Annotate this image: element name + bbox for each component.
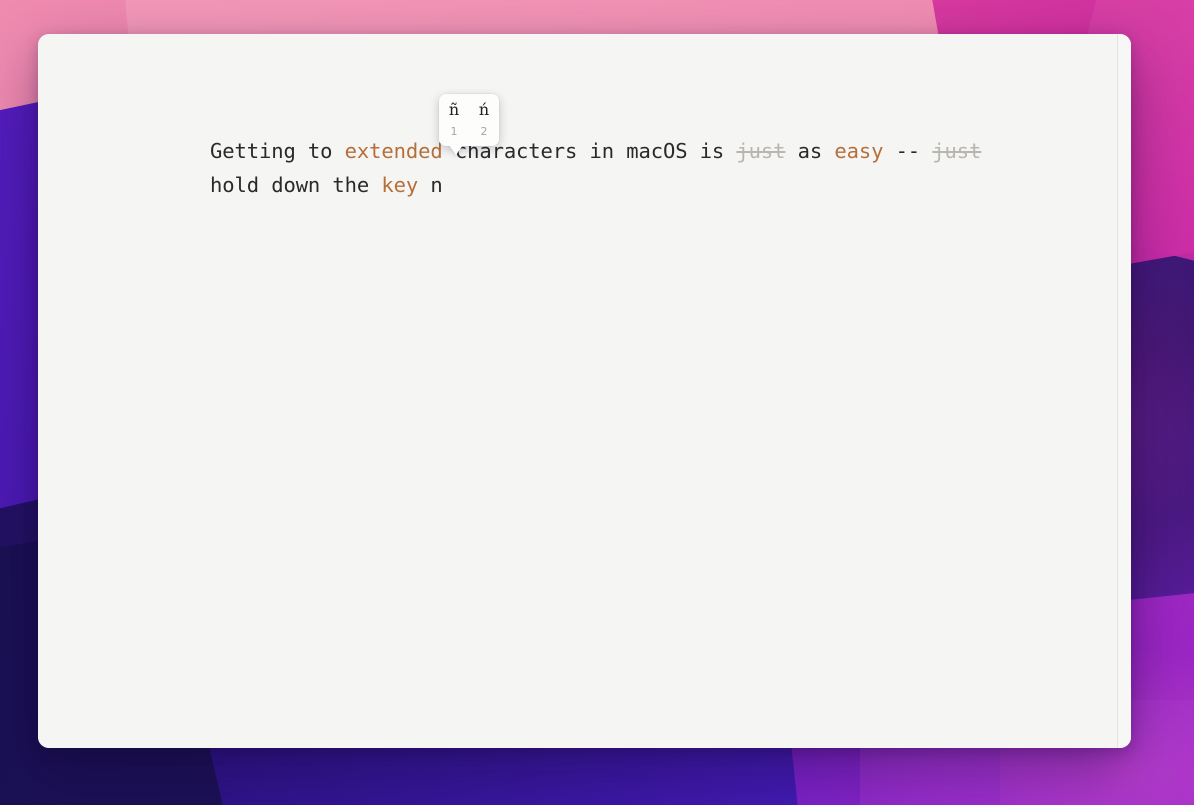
doc-token-plain-6: -- [883, 139, 933, 163]
doc-token-deleted-7: just [932, 139, 982, 163]
accent-shortcut-number-1: 1 [450, 125, 458, 138]
doc-token-plain-10: n [418, 173, 443, 197]
accent-option-2[interactable]: ń 2 [469, 94, 499, 146]
doc-token-deleted-3: just [736, 139, 786, 163]
accent-character-picker[interactable]: ñ 1 ń 2 [439, 94, 499, 155]
accent-glyph-n-tilde: ñ [448, 100, 460, 119]
doc-token-plain-4: as [785, 139, 835, 163]
accent-shortcut-number-2: 2 [480, 125, 488, 138]
accent-option-1[interactable]: ñ 1 [439, 94, 469, 146]
scrollbar-gutter[interactable] [1117, 34, 1131, 748]
doc-token-accent-1: extended [344, 139, 443, 163]
text-editor-window: Getting to extended characters in macOS … [38, 34, 1131, 748]
doc-token-plain-0: Getting to [210, 139, 345, 163]
accent-glyph-n-acute: ń [478, 100, 490, 119]
doc-token-plain-8: hold down the [210, 173, 370, 197]
doc-token-accent-9: key [381, 173, 419, 197]
accent-popup-pointer-icon [449, 145, 463, 155]
doc-token-accent-5: easy [834, 139, 884, 163]
editor-surface[interactable]: Getting to extended characters in macOS … [38, 34, 1131, 748]
document-text[interactable]: Getting to extended characters in macOS … [210, 134, 1021, 202]
